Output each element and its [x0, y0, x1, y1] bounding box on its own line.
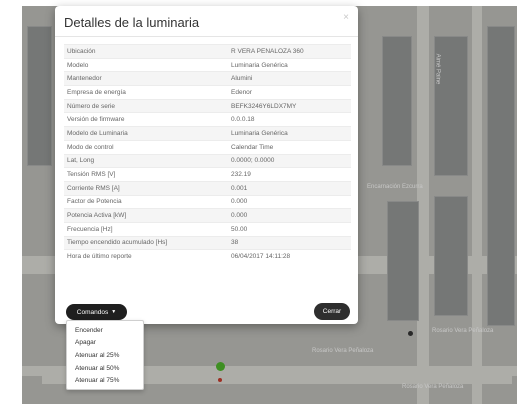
row-value: Luminaria Genérica — [228, 126, 351, 141]
row-value: 0.000 — [228, 194, 351, 209]
modal-header: Detalles de la luminaria × — [55, 6, 358, 37]
row-value: 50.00 — [228, 221, 351, 237]
commands-button[interactable]: Comandos ▼ — [66, 304, 127, 320]
row-label: Lat, Long — [64, 153, 228, 168]
row-value: 232.19 — [228, 167, 351, 182]
row-label: Modelo — [64, 57, 228, 72]
table-row: Factor de Potencia 0.000 — [64, 194, 351, 209]
close-icon[interactable]: × — [343, 12, 349, 23]
row-value: 0.0.0.18 — [228, 112, 351, 127]
row-label: Número de serie — [64, 98, 228, 113]
table-row: Corriente RMS [A] 0.001 — [64, 180, 351, 196]
table-row: Hora de último reporte 06/04/2017 14:11:2… — [64, 249, 351, 264]
table-row: Frecuencia [Hz] 50.00 — [64, 221, 351, 237]
table-row: Modelo Luminaria Genérica — [64, 57, 351, 72]
close-button[interactable]: Cerrar — [314, 303, 350, 320]
row-label: Modelo de Luminaria — [64, 126, 228, 141]
table-row: Empresa de energía Edenor — [64, 85, 351, 100]
caret-down-icon: ▼ — [111, 309, 117, 315]
menu-item-atenuar-25[interactable]: Atenuar al 25% — [67, 349, 143, 362]
row-value: 0.0000; 0.0000 — [228, 153, 351, 168]
row-value: Alumini — [228, 71, 351, 86]
table-row: Modo de control Calendar Time — [64, 139, 351, 154]
row-label: Frecuencia [Hz] — [64, 221, 228, 237]
row-label: Factor de Potencia — [64, 194, 228, 209]
table-row: Tensión RMS [V] 232.19 — [64, 167, 351, 182]
table-row: Número de serie BEFK3246Y6LDX7MY — [64, 98, 351, 113]
row-label: Potencia Activa [kW] — [64, 208, 228, 223]
table-row: Versión de firmware 0.0.0.18 — [64, 112, 351, 127]
row-label: Ubicación — [64, 44, 228, 59]
row-label: Mantenedor — [64, 71, 228, 86]
row-value: 38 — [228, 235, 351, 250]
row-value: BEFK3246Y6LDX7MY — [228, 98, 351, 113]
table-row: Tiempo encendido acumulado [Hs] 38 — [64, 235, 351, 250]
row-label: Versión de firmware — [64, 112, 228, 127]
luminaire-details-modal: Detalles de la luminaria × Ubicación R VE… — [55, 6, 358, 324]
commands-dropdown-menu: Encender Apagar Atenuar al 25% Atenuar a… — [66, 320, 144, 390]
menu-item-encender[interactable]: Encender — [67, 324, 143, 337]
menu-item-atenuar-50[interactable]: Atenuar al 50% — [67, 362, 143, 375]
row-label: Tensión RMS [V] — [64, 167, 228, 182]
row-value: 0.000 — [228, 208, 351, 223]
row-label: Modo de control — [64, 139, 228, 154]
row-label: Corriente RMS [A] — [64, 180, 228, 196]
row-label: Tiempo encendido acumulado [Hs] — [64, 235, 228, 250]
menu-item-atenuar-75[interactable]: Atenuar al 75% — [67, 374, 143, 387]
table-row: Ubicación R VERA PENALOZA 360 — [64, 44, 351, 59]
row-value: Edenor — [228, 85, 351, 100]
row-value: 0.001 — [228, 180, 351, 196]
details-table: Ubicación R VERA PENALOZA 360 Modelo Lumina… — [64, 44, 351, 264]
menu-item-apagar[interactable]: Apagar — [67, 337, 143, 350]
table-row: Modelo de Luminaria Luminaria Genérica — [64, 126, 351, 141]
table-row: Lat, Long 0.0000; 0.0000 — [64, 153, 351, 168]
row-label: Hora de último reporte — [64, 249, 228, 264]
row-value: Calendar Time — [228, 139, 351, 154]
row-value: 06/04/2017 14:11:28 — [228, 249, 351, 264]
commands-button-label: Comandos — [76, 308, 109, 316]
modal-title: Detalles de la luminaria — [64, 15, 200, 30]
table-row: Mantenedor Alumini — [64, 71, 351, 86]
table-row: Potencia Activa [kW] 0.000 — [64, 208, 351, 223]
row-value: R VERA PENALOZA 360 — [228, 44, 351, 59]
row-label: Empresa de energía — [64, 85, 228, 100]
row-value: Luminaria Genérica — [228, 57, 351, 72]
